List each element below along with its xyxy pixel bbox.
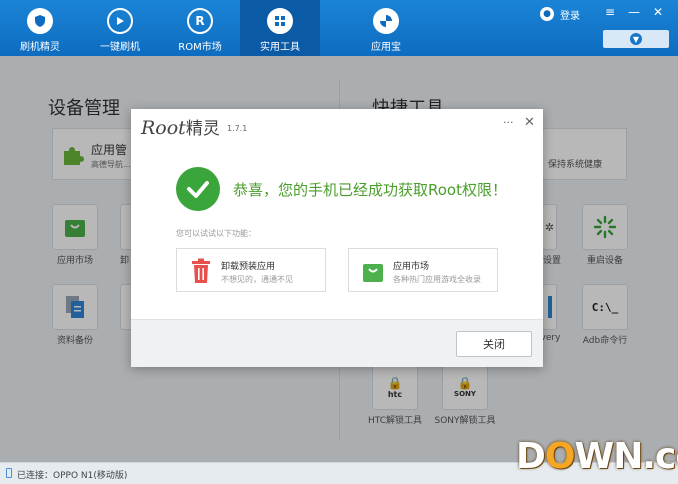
- nav-label: 一键刷机: [100, 42, 140, 53]
- feature-subtitle: 各种热门应用游戏全收录: [393, 275, 481, 284]
- site-watermark: DOWN.cc: [516, 436, 678, 477]
- uninstall-preinstalled-apps-button[interactable]: 卸载预装应用 不想见的，通通不见: [176, 248, 326, 292]
- play-icon: [107, 8, 133, 34]
- nav-tab-app-treasure[interactable]: 应用宝: [346, 0, 426, 56]
- version-label: 1.7.1: [227, 124, 248, 133]
- download-manager-button[interactable]: ▼: [603, 30, 669, 48]
- success-message: 恭喜，您的手机已经成功获取Root权限！: [233, 181, 507, 199]
- dialog-close-icon[interactable]: ✕: [524, 115, 536, 130]
- nav-tab-rom-market[interactable]: R ROM市场: [160, 0, 240, 56]
- minimize-icon[interactable]: —: [627, 5, 641, 19]
- more-options-icon[interactable]: ···: [503, 116, 517, 129]
- root-wizard-logo: Root精灵: [141, 117, 220, 139]
- feature-title: 卸载预装应用: [221, 262, 276, 272]
- nav-tab-utility-tools[interactable]: 实用工具: [240, 0, 320, 56]
- top-navigation-bar: 刷机精灵 一键刷机 R ROM市场 实用工具 应用宝 ● 登录 ≡ — ✕ ▼: [0, 0, 678, 56]
- nav-tab-one-click-flash[interactable]: 一键刷机: [80, 0, 160, 56]
- menu-icon[interactable]: ≡: [603, 5, 617, 19]
- phone-icon: [6, 468, 12, 478]
- suggestion-hint: 您可以试试以下功能：: [176, 229, 256, 238]
- close-button[interactable]: 关闭: [456, 331, 532, 357]
- shield-icon: [27, 8, 53, 34]
- login-button[interactable]: ● 登录: [540, 6, 580, 22]
- app-treasure-icon: [373, 8, 399, 34]
- login-label: 登录: [560, 10, 580, 22]
- dialog-header: Root精灵 1.7.1 ··· ✕: [131, 109, 543, 143]
- rom-icon: R: [187, 8, 213, 34]
- connection-status: 已连接：OPPO N1(移动版): [17, 471, 128, 481]
- nav-label: 刷机精灵: [20, 42, 60, 53]
- feature-subtitle: 不想见的，通通不见: [221, 275, 293, 284]
- shopping-bag-icon: [363, 264, 383, 282]
- app-market-button[interactable]: 应用市场 各种热门应用游戏全收录: [348, 248, 498, 292]
- nav-label: 应用宝: [371, 42, 401, 53]
- success-check-icon: [176, 167, 220, 211]
- trash-icon: [192, 258, 210, 283]
- nav-label: 实用工具: [260, 42, 300, 53]
- grid-icon: [267, 8, 293, 34]
- nav-tab-flash-wizard[interactable]: 刷机精灵: [0, 0, 80, 56]
- user-icon: ●: [540, 7, 554, 21]
- nav-label: ROM市场: [178, 42, 222, 53]
- close-window-icon[interactable]: ✕: [651, 5, 665, 19]
- root-success-dialog: Root精灵 1.7.1 ··· ✕ 恭喜，您的手机已经成功获取Root权限！ …: [131, 109, 543, 367]
- feature-title: 应用市场: [393, 262, 430, 272]
- download-arrow-icon: ▼: [630, 33, 642, 45]
- dialog-footer: 关闭: [131, 319, 543, 367]
